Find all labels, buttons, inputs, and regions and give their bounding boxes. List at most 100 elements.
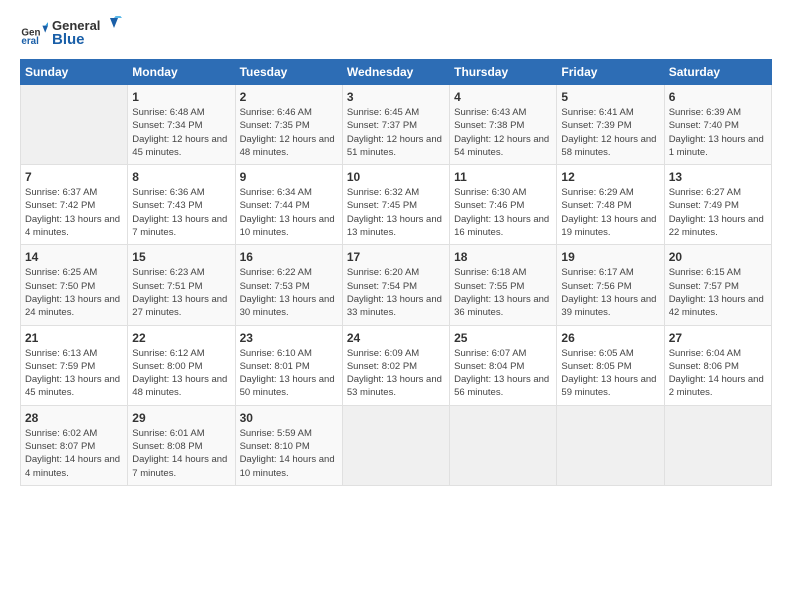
day-number: 29 [132,411,230,425]
day-detail: Sunrise: 6:22 AMSunset: 7:53 PMDaylight:… [240,267,335,318]
day-cell [450,405,557,485]
week-row-3: 21 Sunrise: 6:13 AMSunset: 7:59 PMDayligh… [21,325,772,405]
day-detail: Sunrise: 6:30 AMSunset: 7:46 PMDaylight:… [454,187,549,238]
day-detail: Sunrise: 6:25 AMSunset: 7:50 PMDaylight:… [25,267,120,318]
day-number: 9 [240,170,338,184]
day-cell: 19 Sunrise: 6:17 AMSunset: 7:56 PMDayligh… [557,245,664,325]
day-detail: Sunrise: 6:39 AMSunset: 7:40 PMDaylight:… [669,107,764,158]
day-number: 13 [669,170,767,184]
day-number: 4 [454,90,552,104]
day-cell: 23Sunrise: 6:10 AMSunset: 8:01 PMDayligh… [235,325,342,405]
day-cell: 24Sunrise: 6:09 AMSunset: 8:02 PMDayligh… [342,325,449,405]
day-number: 11 [454,170,552,184]
day-number: 19 [561,250,659,264]
day-number: 15 [132,250,230,264]
day-cell: 14 Sunrise: 6:25 AMSunset: 7:50 PMDayligh… [21,245,128,325]
day-number: 6 [669,90,767,104]
day-cell: 16 Sunrise: 6:22 AMSunset: 7:53 PMDayligh… [235,245,342,325]
day-cell: 18 Sunrise: 6:18 AMSunset: 7:55 PMDayligh… [450,245,557,325]
day-cell: 6 Sunrise: 6:39 AMSunset: 7:40 PMDaylight… [664,85,771,165]
day-detail: Sunrise: 6:32 AMSunset: 7:45 PMDaylight:… [347,187,442,238]
header-day-saturday: Saturday [664,60,771,85]
week-row-0: 1 Sunrise: 6:48 AMSunset: 7:34 PMDaylight… [21,85,772,165]
calendar-table: SundayMondayTuesdayWednesdayThursdayFrid… [20,59,772,486]
day-number: 18 [454,250,552,264]
day-number: 17 [347,250,445,264]
day-detail: Sunrise: 6:05 AMSunset: 8:05 PMDaylight:… [561,348,656,399]
day-cell: 4 Sunrise: 6:43 AMSunset: 7:38 PMDaylight… [450,85,557,165]
day-cell: 26Sunrise: 6:05 AMSunset: 8:05 PMDayligh… [557,325,664,405]
day-number: 1 [132,90,230,104]
day-number: 10 [347,170,445,184]
day-detail: Sunrise: 6:36 AMSunset: 7:43 PMDaylight:… [132,187,227,238]
logo: Gen eral General Blue [20,16,122,51]
day-detail: Sunrise: 6:37 AMSunset: 7:42 PMDaylight:… [25,187,120,238]
day-detail: Sunrise: 6:48 AMSunset: 7:34 PMDaylight:… [132,107,227,158]
day-cell: 30Sunrise: 5:59 AMSunset: 8:10 PMDayligh… [235,405,342,485]
day-cell: 8 Sunrise: 6:36 AMSunset: 7:43 PMDaylight… [128,165,235,245]
day-detail: Sunrise: 6:17 AMSunset: 7:56 PMDaylight:… [561,267,656,318]
day-cell: 22Sunrise: 6:12 AMSunset: 8:00 PMDayligh… [128,325,235,405]
day-detail: Sunrise: 6:02 AMSunset: 8:07 PMDaylight:… [25,428,120,479]
day-detail: Sunrise: 6:34 AMSunset: 7:44 PMDaylight:… [240,187,335,238]
day-detail: Sunrise: 6:41 AMSunset: 7:39 PMDaylight:… [561,107,656,158]
header: Gen eral General Blue [20,16,772,51]
day-cell: 13 Sunrise: 6:27 AMSunset: 7:49 PMDayligh… [664,165,771,245]
day-detail: Sunrise: 6:01 AMSunset: 8:08 PMDaylight:… [132,428,227,479]
header-day-friday: Friday [557,60,664,85]
day-detail: Sunrise: 6:27 AMSunset: 7:49 PMDaylight:… [669,187,764,238]
header-row: SundayMondayTuesdayWednesdayThursdayFrid… [21,60,772,85]
header-day-tuesday: Tuesday [235,60,342,85]
day-detail: Sunrise: 6:07 AMSunset: 8:04 PMDaylight:… [454,348,549,399]
header-day-thursday: Thursday [450,60,557,85]
day-detail: Sunrise: 6:09 AMSunset: 8:02 PMDaylight:… [347,348,442,399]
day-detail: Sunrise: 6:46 AMSunset: 7:35 PMDaylight:… [240,107,335,158]
day-detail: Sunrise: 6:20 AMSunset: 7:54 PMDaylight:… [347,267,442,318]
day-cell: 9 Sunrise: 6:34 AMSunset: 7:44 PMDaylight… [235,165,342,245]
day-detail: Sunrise: 6:04 AMSunset: 8:06 PMDaylight:… [669,348,764,399]
day-number: 7 [25,170,123,184]
day-detail: Sunrise: 6:15 AMSunset: 7:57 PMDaylight:… [669,267,764,318]
day-number: 3 [347,90,445,104]
day-cell: 2 Sunrise: 6:46 AMSunset: 7:35 PMDaylight… [235,85,342,165]
header-day-sunday: Sunday [21,60,128,85]
calendar-page: Gen eral General Blue SundayMondayTuesd [0,0,792,612]
day-detail: Sunrise: 6:23 AMSunset: 7:51 PMDaylight:… [132,267,227,318]
day-detail: Sunrise: 6:12 AMSunset: 8:00 PMDaylight:… [132,348,227,399]
day-cell: 10 Sunrise: 6:32 AMSunset: 7:45 PMDayligh… [342,165,449,245]
day-number: 16 [240,250,338,264]
day-cell: 7 Sunrise: 6:37 AMSunset: 7:42 PMDaylight… [21,165,128,245]
day-detail: Sunrise: 6:45 AMSunset: 7:37 PMDaylight:… [347,107,442,158]
day-number: 2 [240,90,338,104]
calendar-body: 1 Sunrise: 6:48 AMSunset: 7:34 PMDaylight… [21,85,772,486]
svg-text:Blue: Blue [52,31,85,48]
day-cell: 20 Sunrise: 6:15 AMSunset: 7:57 PMDayligh… [664,245,771,325]
logo-icon: Gen eral [20,20,48,48]
day-cell [664,405,771,485]
day-cell [557,405,664,485]
day-number: 25 [454,331,552,345]
day-cell: 1 Sunrise: 6:48 AMSunset: 7:34 PMDaylight… [128,85,235,165]
day-cell: 27Sunrise: 6:04 AMSunset: 8:06 PMDayligh… [664,325,771,405]
day-number: 20 [669,250,767,264]
day-cell [342,405,449,485]
day-cell: 21 Sunrise: 6:13 AMSunset: 7:59 PMDayligh… [21,325,128,405]
day-number: 12 [561,170,659,184]
day-number: 30 [240,411,338,425]
day-cell: 11 Sunrise: 6:30 AMSunset: 7:46 PMDayligh… [450,165,557,245]
day-detail: Sunrise: 6:43 AMSunset: 7:38 PMDaylight:… [454,107,549,158]
week-row-1: 7 Sunrise: 6:37 AMSunset: 7:42 PMDaylight… [21,165,772,245]
day-number: 5 [561,90,659,104]
day-number: 14 [25,250,123,264]
day-detail: Sunrise: 6:10 AMSunset: 8:01 PMDaylight:… [240,348,335,399]
day-detail: Sunrise: 6:13 AMSunset: 7:59 PMDaylight:… [25,348,120,399]
day-cell: 3 Sunrise: 6:45 AMSunset: 7:37 PMDaylight… [342,85,449,165]
day-number: 28 [25,411,123,425]
day-number: 21 [25,331,123,345]
header-day-monday: Monday [128,60,235,85]
calendar-header: SundayMondayTuesdayWednesdayThursdayFrid… [21,60,772,85]
day-detail: Sunrise: 6:18 AMSunset: 7:55 PMDaylight:… [454,267,549,318]
day-number: 8 [132,170,230,184]
header-day-wednesday: Wednesday [342,60,449,85]
week-row-2: 14 Sunrise: 6:25 AMSunset: 7:50 PMDayligh… [21,245,772,325]
